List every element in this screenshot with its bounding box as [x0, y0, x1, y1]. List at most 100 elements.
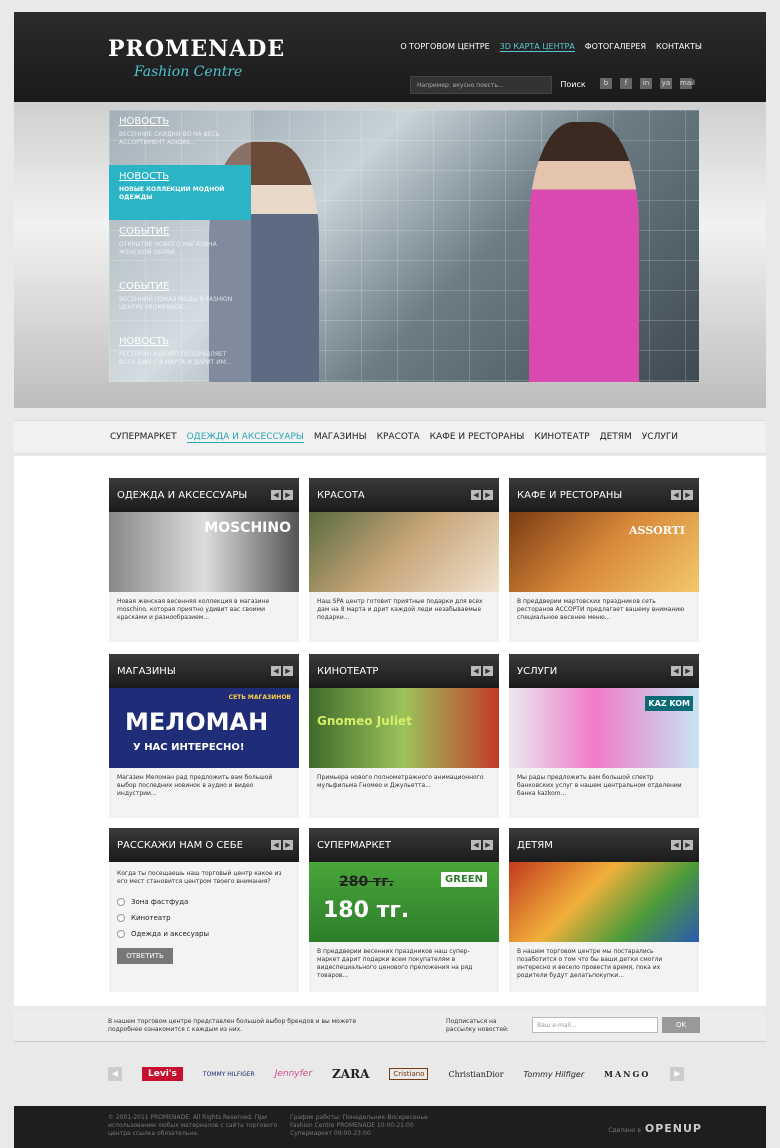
radio-icon [117, 898, 125, 906]
card-title[interactable]: УСЛУГИ [517, 666, 557, 677]
brand-logo[interactable]: TOMMY HILFIGER [203, 1071, 255, 1078]
prev-arrow-icon[interactable]: ◀ [471, 840, 481, 850]
card-clothes: ОДЕЖДА И АКСЕССУАРЫ ◀ ▶ MOSCHINO Новая же… [109, 478, 299, 642]
hero-news-item[interactable]: СОБЫТИЕ ОТКРЫТИЕ НОВОГО МАГАЗИНА ЖЕНСКОЙ … [109, 220, 251, 275]
card-text: В преддверии мартовских праздников сеть … [517, 598, 685, 621]
cat-cinema[interactable]: КИНОТЕАТР [534, 432, 589, 442]
card-title[interactable]: ДЕТЯМ [517, 840, 553, 851]
hero-news-item[interactable]: НОВОСТЬ ВЕСЕННИЕ СКИДКИ ВО НА ВЕСЬ АССОРТ… [109, 110, 251, 165]
sitemap-icon[interactable]: ya [660, 78, 672, 89]
card-image[interactable]: ASSORTI [509, 512, 699, 592]
brand-logo[interactable]: ChristianDior [448, 1070, 503, 1079]
brand-logo[interactable]: Levi's [142, 1067, 183, 1081]
next-arrow-icon[interactable]: ▶ [683, 840, 693, 850]
cat-cafe[interactable]: КАФЕ И РЕСТОРАНЫ [430, 432, 525, 442]
next-arrow-icon[interactable]: ▶ [483, 490, 493, 500]
nav-gallery[interactable]: ФОТОГАЛЕРЕЯ [585, 42, 646, 52]
brand-carousel: ◀ Levi's TOMMY HILFIGER Jennyfer ZARA Cr… [14, 1052, 766, 1096]
blog-icon[interactable]: b [600, 78, 612, 89]
radio-icon [117, 914, 125, 922]
search-button[interactable]: Поиск [554, 76, 592, 94]
subscribe-description: В нашем торговом центре представлен боль… [108, 1018, 357, 1033]
card-text: Примьера нового полнометражного анимацио… [317, 774, 484, 789]
brand-logo[interactable]: MANGO [604, 1069, 650, 1079]
cat-clothes[interactable]: ОДЕЖДА И АКСЕССУАРЫ [186, 432, 304, 443]
card-text: Магазин Меломан рад предложить вам больш… [117, 774, 273, 797]
card-title[interactable]: МАГАЗИНЫ [117, 666, 176, 677]
facebook-icon[interactable]: f [620, 78, 632, 89]
card-image[interactable]: KAZ KOM [509, 688, 699, 768]
card-cafe: КАФЕ И РЕСТОРАНЫ ◀ ▶ ASSORTI В преддверии… [509, 478, 699, 642]
card-title[interactable]: СУПЕРМАРКЕТ [317, 840, 391, 851]
poll-option[interactable]: Одежда и аксесуары [109, 926, 299, 942]
prev-arrow-icon[interactable]: ◀ [671, 840, 681, 850]
brand-logo[interactable]: ZARA [332, 1067, 369, 1081]
hero-news-item[interactable]: НОВОСТЬ РЕСТОРАН ASSORTI ПОЗДРАВЛЯЕТ ВСЕХ… [109, 330, 251, 382]
footer-made-by[interactable]: Сделано в OPENUP [608, 1122, 702, 1135]
next-arrow-icon[interactable]: ▶ [683, 490, 693, 500]
prev-arrow-icon[interactable]: ◀ [271, 840, 281, 850]
card-title[interactable]: КАФЕ И РЕСТОРАНЫ [517, 490, 622, 501]
search-input[interactable]: Например: вкусно поесть... [410, 76, 552, 94]
card-services: УСЛУГИ ◀ ▶ KAZ KOM Мы рады предложить вам… [509, 654, 699, 818]
next-arrow-icon[interactable]: ▶ [670, 1067, 685, 1081]
card-image[interactable] [309, 512, 499, 592]
hero-news-list: НОВОСТЬ ВЕСЕННИЕ СКИДКИ ВО НА ВЕСЬ АССОРТ… [109, 110, 251, 382]
subscribe-button[interactable]: OK [662, 1017, 700, 1033]
mail-icon[interactable]: mail [680, 78, 695, 89]
prev-arrow-icon[interactable]: ◀ [471, 666, 481, 676]
cat-kids[interactable]: ДЕТЯМ [600, 432, 632, 442]
next-arrow-icon[interactable]: ▶ [283, 840, 293, 850]
card-image[interactable]: 280 тг. 180 тг. GREEN [309, 862, 499, 942]
prev-arrow-icon[interactable]: ◀ [271, 490, 281, 500]
next-arrow-icon[interactable]: ▶ [483, 840, 493, 850]
card-poll: РАССКАЖИ НАМ О СЕБЕ ◀ ▶ Когда ты посещаеш… [109, 828, 299, 992]
cat-supermarket[interactable]: СУПЕРМАРКЕТ [110, 432, 177, 442]
header: PROMENADE Fashion Centre О ТОРГОВОМ ЦЕНТ… [14, 12, 766, 102]
nav-contacts[interactable]: КОНТАКТЫ [656, 42, 702, 52]
prev-arrow-icon[interactable]: ◀ [108, 1067, 122, 1081]
hero-news-item-active[interactable]: НОВОСТЬ НОВЫЕ КОЛЛЕКЦИИ МОДНОЙ ОДЕЖДЫ [109, 165, 251, 220]
card-title[interactable]: ОДЕЖДА И АКСЕССУАРЫ [117, 490, 247, 501]
poll-option[interactable]: Кинотеатр [109, 910, 299, 926]
poll-question: Когда ты посещаешь наш торговый центр ка… [117, 870, 282, 885]
top-nav: О ТОРГОВОМ ЦЕНТРЕ 3D КАРТА ЦЕНТРА ФОТОГА… [400, 42, 702, 52]
card-text: Мы рады предложить вам большой спектр ба… [517, 774, 682, 797]
card-image[interactable]: MOSCHINO [109, 512, 299, 592]
social-icons: b f in ya mail [600, 78, 695, 89]
card-image[interactable]: СЕТЬ МАГАЗИНОВ МЕЛОМАН У НАС ИНТЕРЕСНО! [109, 688, 299, 768]
prev-arrow-icon[interactable]: ◀ [671, 666, 681, 676]
radio-icon [117, 930, 125, 938]
brand-logo[interactable]: Tommy Hilfiger [524, 1070, 585, 1079]
next-arrow-icon[interactable]: ▶ [283, 490, 293, 500]
cat-services[interactable]: УСЛУГИ [642, 432, 678, 442]
next-arrow-icon[interactable]: ▶ [483, 666, 493, 676]
nav-about[interactable]: О ТОРГОВОМ ЦЕНТРЕ [400, 42, 489, 52]
brand-logo[interactable]: Jennyfer [275, 1069, 312, 1079]
poll-option[interactable]: Зона фастфуда [109, 894, 299, 910]
logo-subtitle: Fashion Centre [134, 64, 243, 80]
cat-beauty[interactable]: КРАСОТА [377, 432, 420, 442]
prev-arrow-icon[interactable]: ◀ [271, 666, 281, 676]
email-field[interactable]: Ваш e-mail... [532, 1017, 658, 1033]
logo-title[interactable]: PROMENADE [108, 36, 285, 62]
prev-arrow-icon[interactable]: ◀ [671, 490, 681, 500]
linkedin-icon[interactable]: in [640, 78, 652, 89]
next-arrow-icon[interactable]: ▶ [283, 666, 293, 676]
nav-3d-map[interactable]: 3D КАРТА ЦЕНТРА [499, 42, 575, 52]
brand-logo[interactable]: Cristiano [389, 1068, 429, 1080]
card-title[interactable]: КРАСОТА [317, 490, 365, 501]
hero-news-item[interactable]: СОБЫТИЕ ВЕСЕННИЙ ПОКАЗ МОДЫ В FASHION ЦЕН… [109, 275, 251, 330]
card-title[interactable]: КИНОТЕАТР [317, 666, 378, 677]
card-image[interactable]: Gnomeo Juliet [309, 688, 499, 768]
cat-shops[interactable]: МАГАЗИНЫ [314, 432, 367, 442]
card-text: Новая женская весенняя коллекция в магаз… [117, 598, 270, 621]
next-arrow-icon[interactable]: ▶ [683, 666, 693, 676]
poll-submit-button[interactable]: ОТВЕТИТЬ [117, 948, 173, 964]
hero-image: НОВОСТЬ ВЕСЕННИЕ СКИДКИ ВО НА ВЕСЬ АССОРТ… [109, 110, 699, 382]
footer-copyright: © 2001-2011 PROMENADE. All Rights Reserv… [108, 1114, 278, 1137]
card-title[interactable]: РАССКАЖИ НАМ О СЕБЕ [117, 840, 243, 851]
card-shops: МАГАЗИНЫ ◀ ▶ СЕТЬ МАГАЗИНОВ МЕЛОМАН У НАС… [109, 654, 299, 818]
card-image[interactable] [509, 862, 699, 942]
prev-arrow-icon[interactable]: ◀ [471, 490, 481, 500]
